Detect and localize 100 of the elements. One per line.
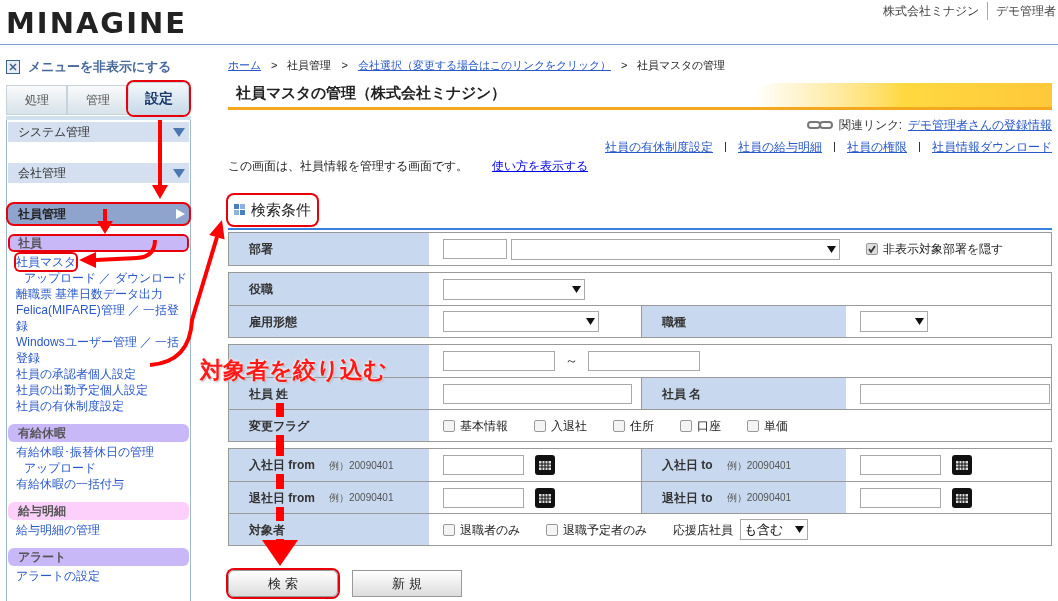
checkbox[interactable] [613,419,625,432]
dropdown-value: も含む [744,520,783,539]
checkbox-label: 退職予定者のみ [563,521,647,539]
field-label: 社員 姓 [249,384,289,403]
text-input[interactable] [443,351,555,371]
field-label: 部署 [249,240,273,258]
action-button[interactable]: 新 規 [352,570,462,597]
close-icon [6,60,20,74]
checkbox-label: 入退社 [551,417,587,435]
check-icon [867,244,877,254]
caret-icon [795,526,804,533]
logo: MINAGINE [6,5,188,42]
triangle-down-icon [172,167,186,179]
breadcrumb-item: 社員マスタの管理 [637,57,726,73]
category-header: 給与明細 [8,502,189,520]
field-example: 例）20090401 [726,458,792,473]
arrow [97,209,113,234]
grid-icon [234,204,246,216]
field-label: 対象者 [249,520,285,539]
date-input[interactable] [860,487,941,508]
sidebar-link[interactable]: 給与明細の管理 [16,522,100,538]
checkbox-label: 基本情報 [460,417,508,435]
checkbox[interactable] [680,419,692,432]
triangle-right-icon [174,208,186,220]
checkbox[interactable] [546,523,558,536]
calendar-icon[interactable] [952,455,972,475]
menu-header[interactable]: 社員管理 [8,204,189,224]
calendar-icon[interactable] [535,455,555,475]
field-label: 役職 [249,280,273,298]
chain-icon [806,120,833,130]
breadcrumb-link[interactable]: ホーム [228,56,261,74]
field-label: 雇用形態 [249,312,297,331]
category-header: 有給休暇 [8,424,189,442]
text-input[interactable] [443,239,507,259]
checkbox[interactable] [443,419,455,432]
action-button[interactable]: 検 索 [228,570,338,597]
sidebar-link[interactable]: アップロード ／ ダウンロード [24,270,187,286]
menu-tab[interactable]: 処理 [6,85,67,115]
user-name: デモ管理者 [995,3,1056,20]
breadcrumb-link[interactable]: 会社選択（変更する場合はこのリンクをクリック） [357,56,611,74]
dropdown[interactable] [860,311,928,332]
related-link[interactable]: デモ管理者さんの登録情報 [908,116,1052,134]
category-header: 社員 [8,234,189,252]
related-link[interactable]: 社員の権限 [847,138,907,156]
checkbox[interactable] [534,419,546,432]
field-label: 退社日 to [662,488,713,507]
description-text: この画面は、社員情報を管理する画面です。 [228,158,468,175]
related-label: 関連リンク: [838,117,902,134]
checkbox-label: 退職者のみ [460,521,520,539]
sidebar-link[interactable]: 離職票 基準日数データ出力 [16,286,164,302]
hide-menu-link[interactable]: メニューを非表示にする [28,57,171,77]
checkbox[interactable] [866,243,878,255]
checkbox[interactable] [443,523,455,536]
sidebar-link[interactable]: 社員の出勤予定個人設定 [16,382,148,398]
sidebar-link[interactable]: 社員の有休制度設定 [16,398,124,414]
calendar-icon[interactable] [952,487,972,508]
text-input[interactable] [443,383,632,404]
checkbox-label: 非表示対象部署を隠す [883,241,1003,258]
field-label: 職種 [662,312,686,331]
caret-icon [827,245,836,253]
related-link[interactable]: 社員の給与明細 [738,138,822,156]
breadcrumb-separator: > [341,57,348,73]
date-input[interactable] [860,455,941,475]
annotation-text: 対象者を絞り込む [200,356,387,385]
sidebar-link[interactable]: アップロード [24,460,96,476]
related-link[interactable]: 社員の有休制度設定 [605,138,713,156]
checkbox-label: 口座 [697,417,721,435]
sidebar-link[interactable]: Windowsユーザー管理 ／ 一括登録 [16,334,189,366]
menu-header[interactable]: 会社管理 [8,163,189,183]
menu-tab[interactable]: 管理 [67,85,128,115]
field-label: 退社日 from [249,488,315,507]
field-label: 入社日 from [249,456,315,474]
range-separator: ～ [565,352,578,371]
related-link[interactable]: 社員情報ダウンロード [932,138,1052,156]
field-label: 社員 名 [662,384,702,403]
sidebar-link[interactable]: 有給休暇の一括付与 [16,476,124,492]
breadcrumb-separator: > [620,57,628,73]
breadcrumb-separator: > [271,57,278,73]
caret-icon [586,318,595,325]
sidebar-link[interactable]: 社員マスタ [16,254,76,270]
menu-label: 会社管理 [18,165,66,182]
date-input[interactable] [443,455,524,475]
menu-header[interactable]: システム管理 [8,122,189,142]
menu-label: システム管理 [18,124,90,141]
dropdown[interactable]: も含む [740,519,808,540]
checkbox[interactable] [747,419,759,432]
checkbox-label: 単価 [764,417,788,435]
menu-label: 社員管理 [18,206,66,223]
sidebar-link[interactable]: 社員の承認者個人設定 [16,366,136,382]
sidebar-link[interactable]: Felica(MIFARE)管理 ／ 一括登録 [16,302,189,334]
text-input[interactable] [860,383,1050,404]
sidebar-link[interactable]: 有給休暇･振替休日の管理 [16,444,154,460]
menu-tab[interactable]: 設定 [128,82,189,115]
field-example: 例）20090401 [329,491,394,505]
calendar-icon[interactable] [535,487,555,508]
text-input[interactable] [588,351,700,371]
field-example: 例）20090401 [726,491,792,505]
sidebar-link[interactable]: アラートの設定 [16,568,100,584]
help-link[interactable]: 使い方を表示する [492,157,588,175]
date-input[interactable] [443,487,524,508]
